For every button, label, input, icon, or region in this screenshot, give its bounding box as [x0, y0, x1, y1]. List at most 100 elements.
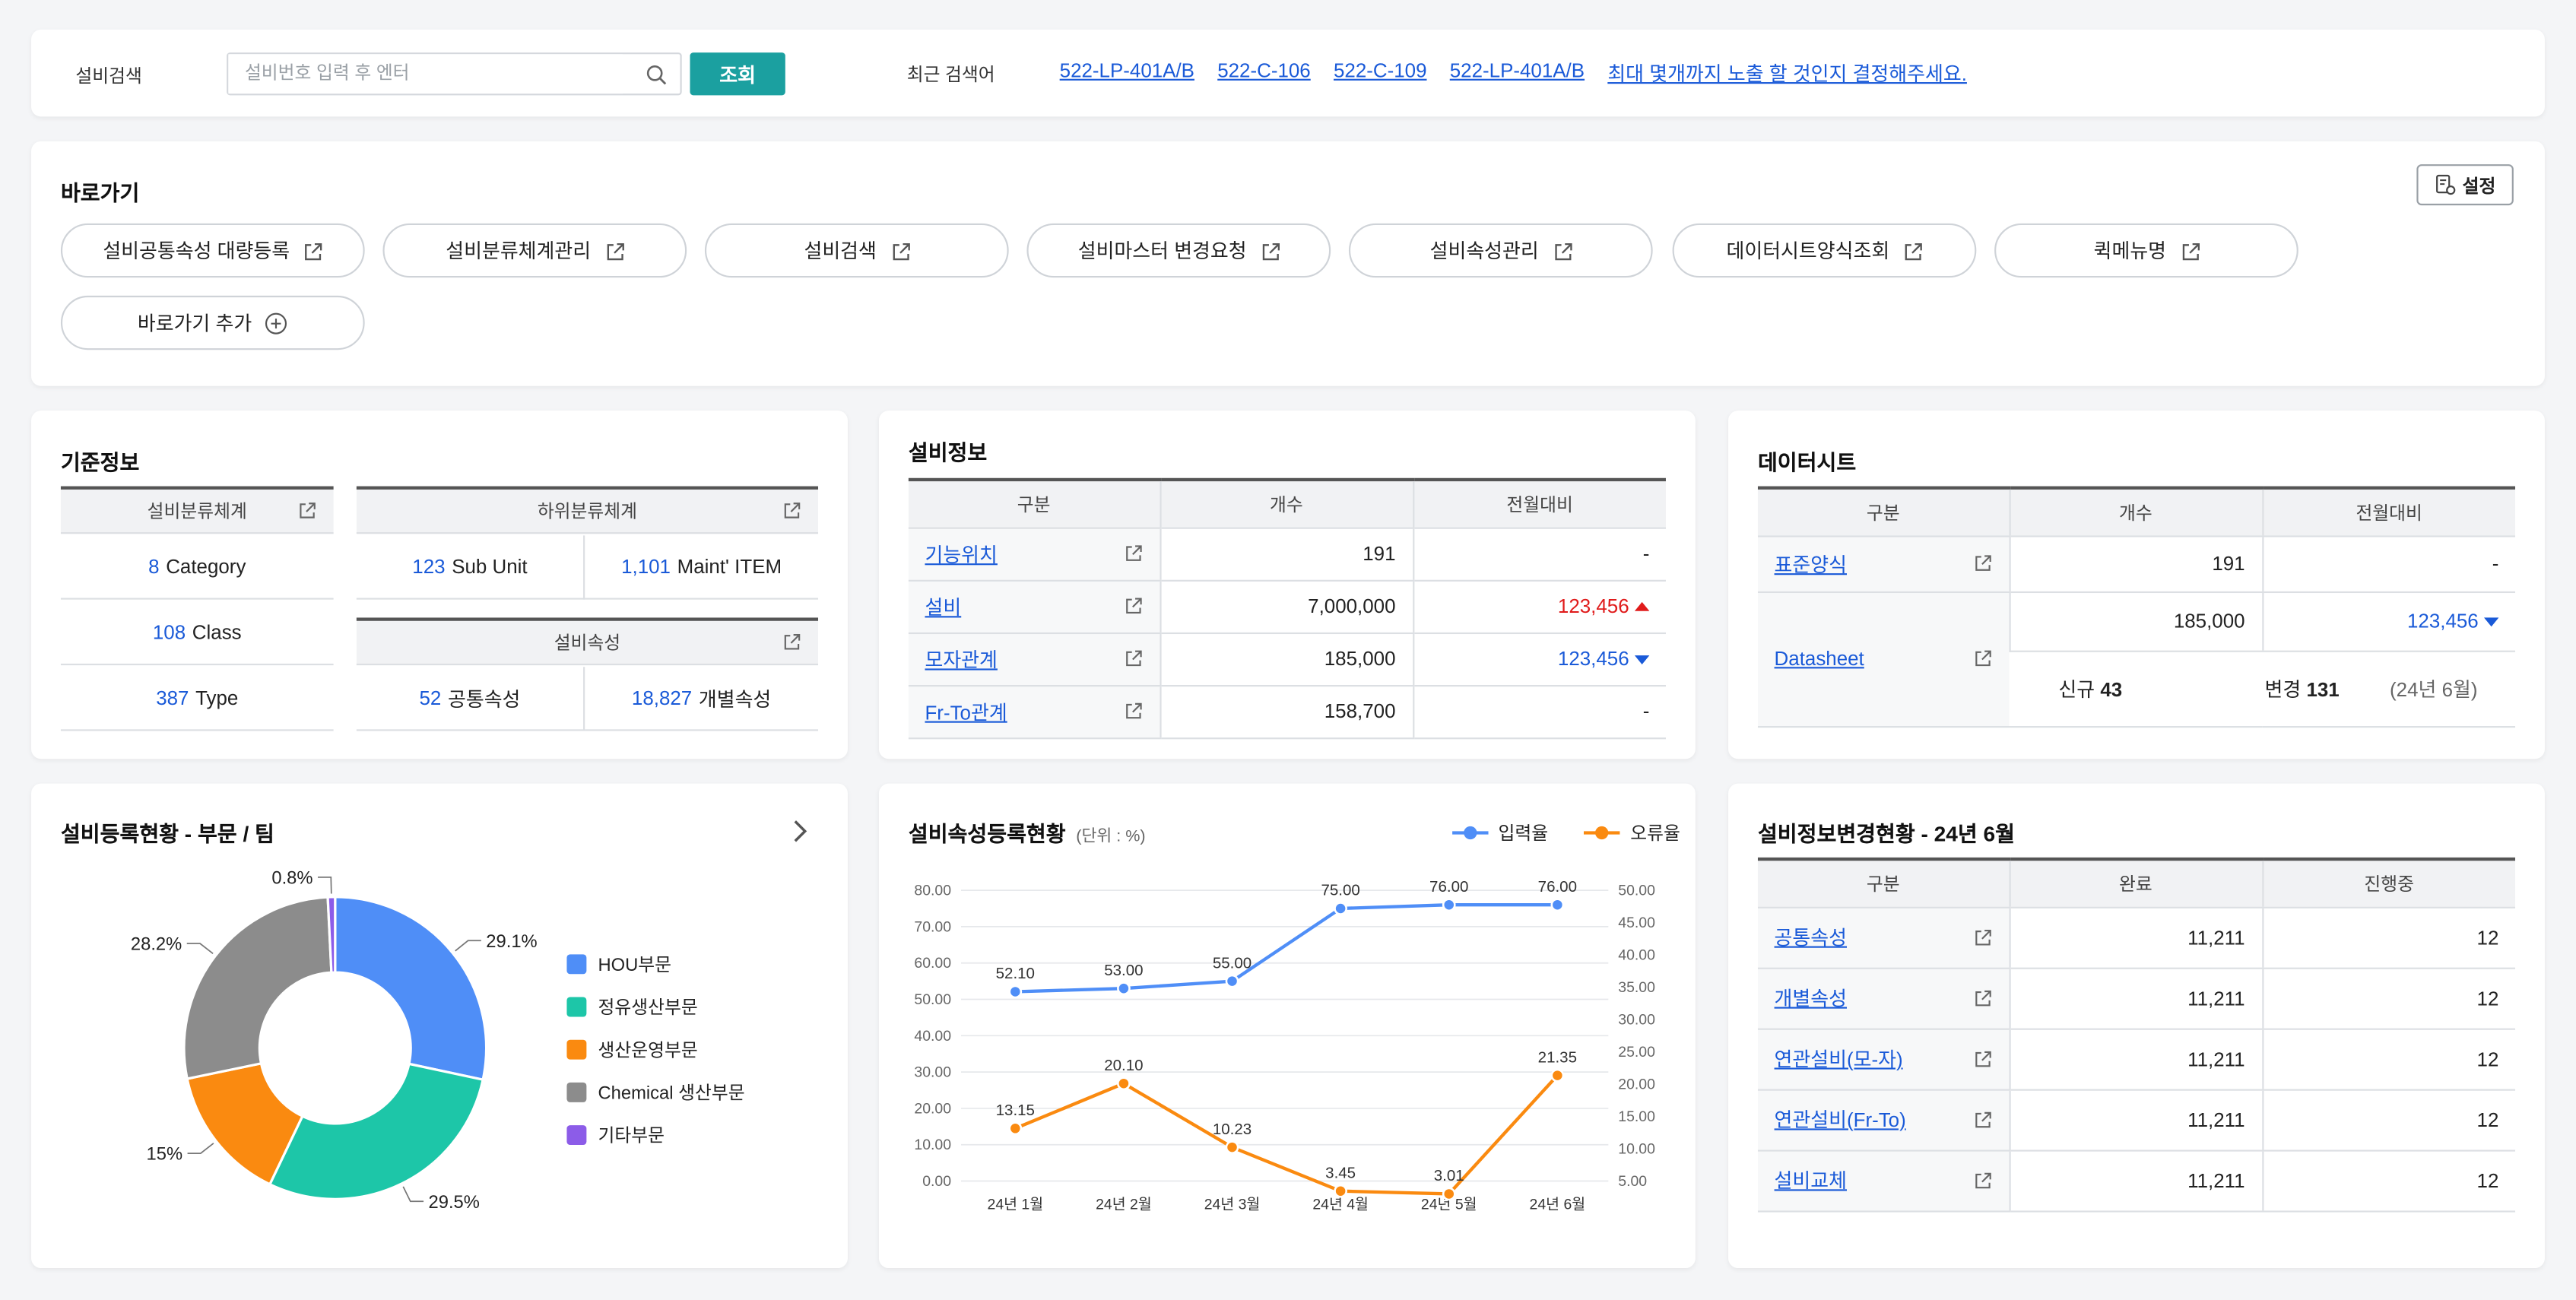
chevron-right-icon[interactable]	[792, 820, 808, 842]
data-label: 53.00	[1104, 962, 1143, 979]
attr-status-unit: (단위 : %)	[1076, 827, 1146, 846]
row-link[interactable]: 공통속성	[1775, 923, 1847, 951]
data-label: 76.00	[1538, 878, 1577, 896]
category-count: 8 Category	[60, 535, 334, 600]
recent-search-note[interactable]: 최대 몇개까지 노출 할 것인지 결정해주세요.	[1607, 59, 1967, 87]
external-link-icon	[890, 241, 909, 261]
external-link-icon	[1902, 241, 1923, 261]
external-link-icon[interactable]	[1972, 1110, 1992, 1130]
y-tick-label-right: 40.00	[1618, 947, 1655, 964]
external-link-icon[interactable]	[1972, 648, 1992, 668]
col-header: 구분	[1757, 486, 2010, 537]
row-link[interactable]: 모자관계	[925, 645, 997, 673]
x-tick-label: 24년 2월	[1096, 1196, 1152, 1213]
shortcut-label: 설비마스터 변경요청	[1077, 239, 1247, 263]
row-link[interactable]: 개별속성	[1775, 984, 1847, 1012]
ing-cell: 12	[2261, 967, 2516, 1029]
data-point[interactable]	[1225, 974, 1239, 988]
external-link-icon[interactable]	[297, 501, 317, 521]
data-point[interactable]	[1442, 898, 1456, 912]
search-button[interactable]: 조회	[690, 52, 785, 96]
search-input[interactable]	[228, 54, 623, 94]
data-point[interactable]	[1117, 1076, 1131, 1091]
equip-info-title: 설비정보	[908, 440, 988, 465]
col-header: 개수	[1159, 477, 1413, 528]
recent-search-link[interactable]: 522-LP-401A/B	[1450, 59, 1585, 87]
table-row: 설비교체 11,211 12	[1757, 1149, 2516, 1212]
slice-label: 0.8%	[271, 868, 312, 889]
col-header: 개수	[2008, 486, 2263, 537]
shortcut-item[interactable]: 설비공통속성 대량등록	[60, 223, 365, 278]
data-label: 75.00	[1321, 882, 1359, 899]
add-shortcut-button[interactable]: 바로가기 추가	[60, 295, 365, 350]
leader-line	[186, 943, 214, 954]
row-link[interactable]: 기능위치	[925, 540, 997, 568]
external-link-icon[interactable]	[782, 501, 801, 521]
data-point[interactable]	[1008, 1121, 1023, 1136]
slice-label: 29.1%	[486, 931, 537, 952]
col-header: 전월대비	[1412, 477, 1666, 528]
data-point[interactable]	[1550, 898, 1565, 912]
row-link[interactable]: 표준양식	[1775, 550, 1847, 578]
external-link-icon	[2179, 241, 2200, 261]
y-tick-label-left: 60.00	[914, 955, 951, 972]
row-link[interactable]: 설비	[925, 592, 961, 620]
data-point[interactable]	[1225, 1140, 1239, 1154]
data-point[interactable]	[1442, 1187, 1456, 1201]
recent-search-link[interactable]: 522-C-109	[1334, 59, 1427, 87]
slice-label: 29.5%	[429, 1192, 480, 1213]
table-row: Datasheet 185,000 123,456	[1757, 591, 2516, 728]
row-link[interactable]: 연관설비(모-자)	[1775, 1045, 1903, 1073]
data-point[interactable]	[1008, 985, 1023, 999]
external-link-icon[interactable]	[1972, 1049, 1992, 1069]
donut-slice[interactable]	[334, 896, 488, 1082]
class-system-header: 설비분류체계	[60, 486, 334, 534]
external-link-icon[interactable]	[1123, 648, 1143, 668]
shortcut-item[interactable]: 퀵메뉴명	[1994, 223, 2298, 278]
maint-item-count: 1,101 Maint' ITEM	[585, 535, 819, 600]
data-point[interactable]	[1117, 981, 1131, 996]
ing-cell: 12	[2261, 1149, 2516, 1212]
search-icon[interactable]	[646, 64, 667, 85]
settings-button[interactable]: 설정	[2416, 164, 2514, 206]
shortcut-item[interactable]: 설비마스터 변경요청	[1026, 223, 1331, 278]
y-tick-label-left: 40.00	[914, 1028, 951, 1045]
table-row: 연관설비(모-자) 11,211 12	[1757, 1028, 2516, 1090]
data-label: 55.00	[1213, 954, 1252, 972]
down-arrow-icon	[1634, 655, 1650, 665]
plus-circle-icon	[265, 312, 287, 334]
data-point[interactable]	[1550, 1068, 1565, 1083]
row-link[interactable]: 설비교체	[1775, 1166, 1847, 1194]
external-link-icon[interactable]	[1972, 927, 1992, 947]
external-link-icon[interactable]	[1972, 1170, 1992, 1190]
recent-search-link[interactable]: 522-C-106	[1217, 59, 1311, 87]
done-cell: 11,211	[2008, 1149, 2263, 1212]
data-label: 3.45	[1325, 1164, 1356, 1181]
donut-slice[interactable]	[182, 896, 333, 1080]
shortcut-item[interactable]: 설비분류체계관리	[382, 223, 687, 278]
y-tick-label-right: 5.00	[1618, 1173, 1647, 1190]
data-label: 52.10	[996, 965, 1035, 982]
recent-search-link[interactable]: 522-LP-401A/B	[1060, 59, 1194, 87]
external-link-icon[interactable]	[1972, 988, 1992, 1008]
y-tick-label-left: 20.00	[914, 1100, 951, 1117]
col-header: 구분	[908, 477, 1160, 528]
shortcut-item[interactable]: 설비속성관리	[1348, 223, 1653, 278]
row-link[interactable]: 연관설비(Fr-To)	[1775, 1105, 1906, 1134]
external-link-icon[interactable]	[1972, 553, 1992, 573]
row-link[interactable]: Fr-To관계	[925, 697, 1007, 725]
shortcut-label: 설비분류체계관리	[446, 239, 592, 263]
donut-slice[interactable]	[268, 1062, 485, 1200]
y-tick-label-left: 10.00	[914, 1137, 951, 1153]
datasheet-table: 구분 개수 전월대비 표준양식 191 - Datasheet 185,000 …	[1757, 486, 2516, 728]
settings-label: 설정	[2462, 176, 2496, 197]
data-point[interactable]	[1334, 902, 1347, 915]
row-link[interactable]: Datasheet	[1775, 647, 1864, 670]
external-link-icon[interactable]	[1123, 544, 1143, 563]
shortcut-item[interactable]: 설비검색	[704, 223, 1009, 278]
external-link-icon[interactable]	[1123, 596, 1143, 616]
shortcut-item[interactable]: 데이터시트양식조회	[1672, 223, 1977, 278]
data-point[interactable]	[1334, 1184, 1347, 1198]
external-link-icon[interactable]	[1123, 702, 1143, 721]
external-link-icon[interactable]	[782, 633, 801, 652]
